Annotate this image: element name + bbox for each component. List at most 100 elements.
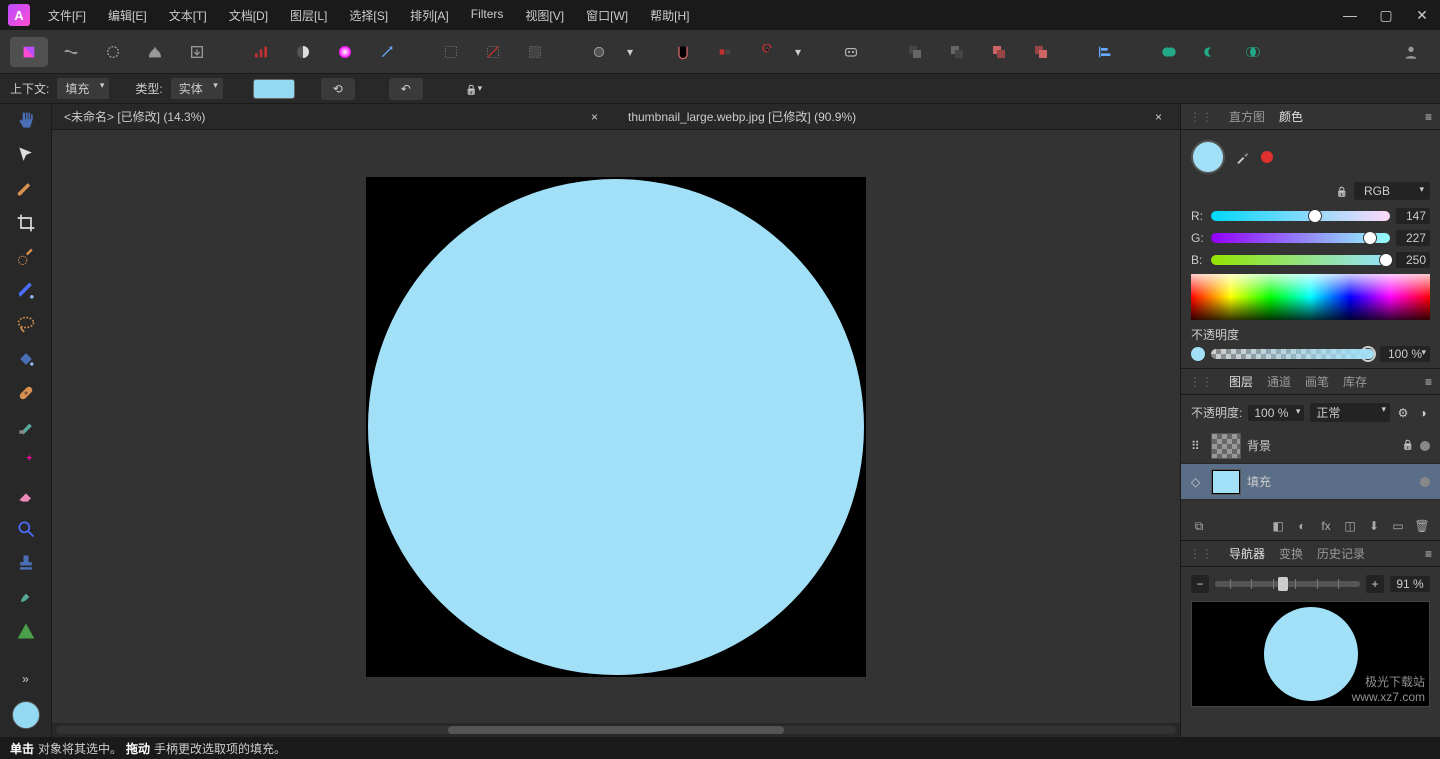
persona-liquify[interactable] bbox=[52, 37, 90, 67]
layer-blend-dropdown[interactable]: 正常 bbox=[1310, 403, 1390, 422]
context-lock-icon[interactable]: ▾ bbox=[457, 78, 491, 100]
tab-color[interactable]: 颜色 bbox=[1279, 108, 1303, 125]
tb-selection-invert-icon[interactable] bbox=[516, 37, 554, 67]
layer-lock-icon[interactable] bbox=[1402, 440, 1414, 451]
tb-arrange-3-icon[interactable] bbox=[980, 37, 1018, 67]
tool-clone-icon[interactable] bbox=[12, 414, 40, 440]
layer-link-icon[interactable]: ◇ bbox=[1191, 475, 1205, 489]
context-mode-dropdown[interactable]: 填充 bbox=[57, 78, 109, 99]
tab-layers[interactable]: 图层 bbox=[1229, 373, 1253, 390]
color-lock-icon[interactable] bbox=[1336, 184, 1348, 198]
menu-text[interactable]: 文本[T] bbox=[169, 7, 207, 24]
tool-color-well[interactable] bbox=[12, 701, 40, 729]
layer-row-background[interactable]: ⠿ 背景 bbox=[1181, 428, 1440, 464]
layer-crop-icon[interactable]: ◫ bbox=[1342, 518, 1358, 534]
doc-tab-2[interactable]: thumbnail_large.webp.jpg [已修改] (90.9%) × bbox=[616, 104, 1180, 129]
horizontal-scrollbar[interactable] bbox=[52, 723, 1180, 737]
tool-move-icon[interactable] bbox=[12, 142, 40, 168]
tab-channels[interactable]: 通道 bbox=[1267, 373, 1291, 390]
layer-settings-icon[interactable]: ⚙ bbox=[1396, 406, 1410, 420]
zoom-slider[interactable] bbox=[1215, 581, 1360, 587]
tool-eraser-icon[interactable] bbox=[12, 482, 40, 508]
tb-hsl-icon[interactable] bbox=[326, 37, 364, 67]
layer-merge-icon[interactable]: ⬇ bbox=[1366, 518, 1382, 534]
menu-document[interactable]: 文档[D] bbox=[229, 7, 268, 24]
layer-fx-button-icon[interactable]: fx bbox=[1318, 518, 1334, 534]
r-value[interactable]: 147 bbox=[1396, 208, 1430, 224]
tool-hand-icon[interactable] bbox=[12, 108, 40, 134]
layer-row-fill[interactable]: ◇ 填充 bbox=[1181, 464, 1440, 500]
tool-heal-icon[interactable] bbox=[12, 380, 40, 406]
tb-levels-icon[interactable] bbox=[242, 37, 280, 67]
zoom-in-button[interactable]: + bbox=[1366, 575, 1384, 593]
tool-selection-brush-icon[interactable] bbox=[12, 244, 40, 270]
opacity-slider[interactable] bbox=[1211, 349, 1374, 359]
tb-account-icon[interactable] bbox=[1392, 37, 1430, 67]
tb-arrange-2-icon[interactable] bbox=[938, 37, 976, 67]
context-type-dropdown[interactable]: 实体 bbox=[171, 78, 223, 99]
tab-histogram[interactable]: 直方图 bbox=[1229, 108, 1265, 125]
tool-smudge-icon[interactable] bbox=[12, 584, 40, 610]
menu-window[interactable]: 窗口[W] bbox=[586, 7, 628, 24]
tb-selection-none-icon[interactable] bbox=[474, 37, 512, 67]
r-slider[interactable] bbox=[1211, 211, 1390, 221]
tb-wand-icon[interactable] bbox=[368, 37, 406, 67]
tab-navigator[interactable]: 导航器 bbox=[1229, 545, 1265, 562]
layer-visible-dot[interactable] bbox=[1420, 477, 1430, 487]
tb-assistant-icon[interactable] bbox=[832, 37, 870, 67]
panel-drag-icon[interactable]: ⋮⋮ bbox=[1189, 375, 1213, 389]
tool-more-icon[interactable]: » bbox=[12, 666, 40, 692]
tab-stock[interactable]: 库存 bbox=[1343, 373, 1367, 390]
tb-quickmask-dropdown-icon[interactable]: ▾ bbox=[622, 37, 638, 67]
eyedropper-icon[interactable] bbox=[1235, 149, 1251, 165]
layer-fx-icon[interactable]: ◑ bbox=[1416, 406, 1430, 420]
tab-brushes[interactable]: 画笔 bbox=[1305, 373, 1329, 390]
menu-filters[interactable]: Filters bbox=[471, 7, 504, 24]
zoom-value[interactable]: 91 % bbox=[1390, 576, 1430, 592]
tb-arrange-1-icon[interactable] bbox=[896, 37, 934, 67]
layer-visible-dot[interactable] bbox=[1420, 441, 1430, 451]
tool-brush-icon[interactable] bbox=[12, 176, 40, 202]
context-color-swatch[interactable] bbox=[253, 79, 295, 99]
doc-tab-1-close-icon[interactable]: × bbox=[585, 110, 604, 124]
layer-opacity-value[interactable]: 100 % bbox=[1248, 405, 1304, 421]
persona-tone[interactable] bbox=[136, 37, 174, 67]
persona-export[interactable] bbox=[178, 37, 216, 67]
b-slider[interactable] bbox=[1211, 255, 1390, 265]
tb-bool-int-icon[interactable] bbox=[1234, 37, 1272, 67]
tool-flood-select-icon[interactable] bbox=[12, 278, 40, 304]
tool-fill-icon[interactable] bbox=[12, 346, 40, 372]
panel-drag-icon[interactable]: ⋮⋮ bbox=[1189, 547, 1213, 561]
context-undo-icon[interactable]: ↶ bbox=[389, 78, 423, 100]
close-button[interactable]: ✕ bbox=[1412, 5, 1432, 25]
tb-snapping-icon[interactable] bbox=[664, 37, 702, 67]
tb-snap-dropdown-icon[interactable]: ▾ bbox=[790, 37, 806, 67]
tool-shape-icon[interactable] bbox=[12, 618, 40, 644]
nav-panel-menu-icon[interactable]: ≡ bbox=[1425, 547, 1432, 561]
tb-arrange-4-icon[interactable] bbox=[1022, 37, 1060, 67]
color-panel-menu-icon[interactable]: ≡ bbox=[1425, 110, 1432, 124]
opacity-value[interactable]: 100 % bbox=[1380, 346, 1430, 362]
tb-bool-add-icon[interactable] bbox=[1150, 37, 1188, 67]
tb-selection-all-icon[interactable] bbox=[432, 37, 470, 67]
persona-develop[interactable] bbox=[94, 37, 132, 67]
layers-panel-menu-icon[interactable]: ≡ bbox=[1425, 375, 1432, 389]
menu-file[interactable]: 文件[F] bbox=[48, 7, 86, 24]
tb-snap-grid-icon[interactable] bbox=[706, 37, 744, 67]
tab-transform[interactable]: 变换 bbox=[1279, 545, 1303, 562]
tab-history[interactable]: 历史记录 bbox=[1317, 545, 1365, 562]
layer-group-icon[interactable]: ⧉ bbox=[1191, 518, 1207, 534]
persona-photo[interactable] bbox=[10, 37, 48, 67]
menu-view[interactable]: 视图[V] bbox=[525, 7, 564, 24]
menu-edit[interactable]: 编辑[E] bbox=[108, 7, 147, 24]
panel-drag-icon[interactable]: ⋮⋮ bbox=[1189, 110, 1213, 124]
layer-delete-icon[interactable]: 🗑 bbox=[1414, 518, 1430, 534]
color-spectrum[interactable] bbox=[1191, 274, 1430, 320]
tb-snap-move-icon[interactable] bbox=[748, 37, 786, 67]
tb-align-icon[interactable] bbox=[1086, 37, 1124, 67]
doc-tab-2-close-icon[interactable]: × bbox=[1149, 110, 1168, 124]
color-swatch-primary[interactable] bbox=[1191, 140, 1225, 174]
color-secondary-dot[interactable] bbox=[1261, 151, 1273, 163]
zoom-out-button[interactable]: − bbox=[1191, 575, 1209, 593]
layer-add-icon[interactable]: ▭ bbox=[1390, 518, 1406, 534]
